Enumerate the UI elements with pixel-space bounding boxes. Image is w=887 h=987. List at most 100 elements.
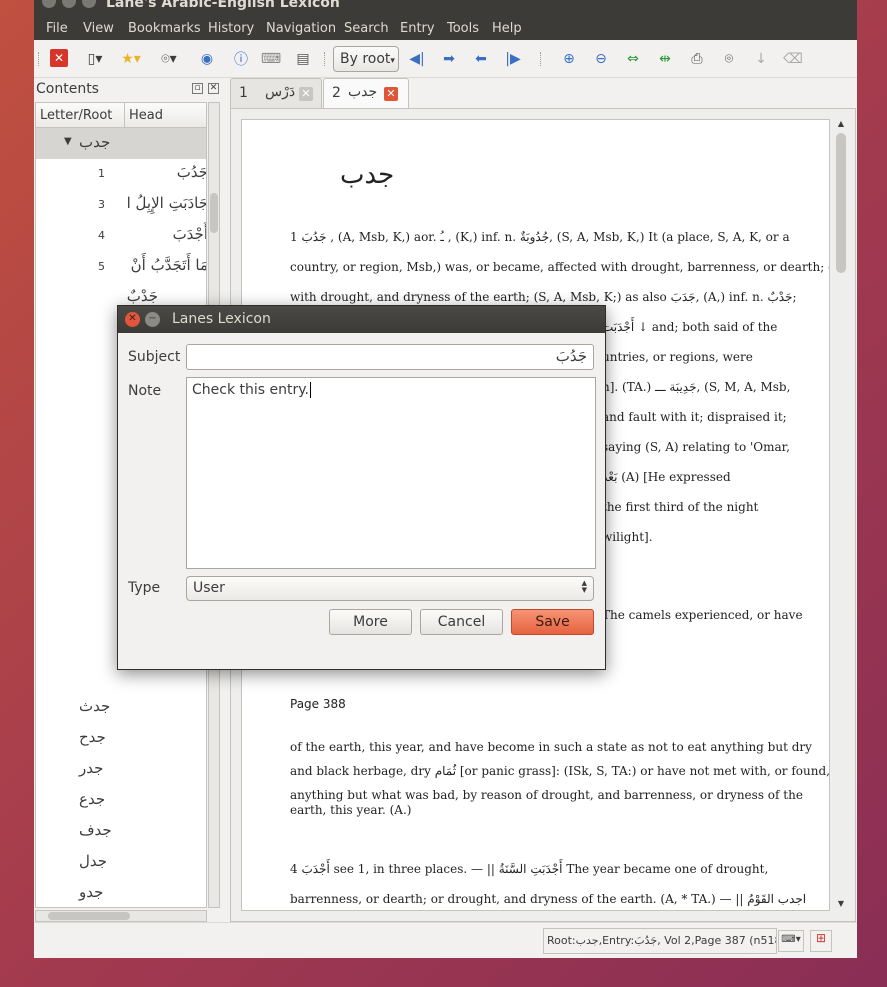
prev-root-icon[interactable]: ⬅	[470, 49, 492, 69]
entry-head: جَادَبَتِ الإِبِلُ ا	[126, 194, 207, 212]
sync-icon[interactable]: ◉	[196, 49, 218, 69]
search-mode-select[interactable]: By root▾	[333, 46, 399, 72]
tree-entry[interactable]: 3 جَادَبَتِ الإِبِلُ ا	[36, 190, 207, 221]
dialog-titlebar: ✕ − Lanes Lexicon	[118, 306, 605, 333]
entry-text-line: untries, or regions, were	[602, 350, 753, 364]
window-close-icon[interactable]	[42, 0, 56, 8]
zoom-out-icon[interactable]: ⊖	[590, 49, 612, 69]
tab-1[interactable]: 1 دَرْس ✕	[230, 78, 322, 108]
menu-history[interactable]: History	[208, 21, 254, 36]
menu-entry[interactable]: Entry	[400, 21, 435, 36]
menu-navigation[interactable]: Navigation	[266, 21, 336, 36]
tree-root[interactable]: جدر	[36, 755, 206, 786]
entry-text-line: with drought, and dryness of the earth; …	[290, 290, 797, 304]
subject-label: Subject	[128, 349, 181, 365]
toolbar-grip	[38, 52, 41, 66]
entry-text-line: and black herbage, dry ثُمَام [or panic …	[290, 764, 830, 778]
keyboard-toggle-icon[interactable]: ⌨▾	[778, 930, 804, 952]
bookmark-list-icon[interactable]: ▯▾	[84, 49, 106, 69]
cancel-button[interactable]: Cancel	[420, 609, 503, 635]
save-button[interactable]: Save	[511, 609, 594, 635]
window-maximize-icon[interactable]	[82, 0, 96, 8]
entry-text-line: بَعْدَ (A) [He expressed	[602, 470, 731, 484]
note-textarea[interactable]: Check this entry.	[186, 377, 596, 569]
tab-close-icon[interactable]: ✕	[384, 87, 398, 101]
network-icon[interactable]: ⊞	[810, 930, 832, 952]
widen-icon[interactable]: ⇔	[622, 49, 644, 69]
zoom-in-icon[interactable]: ⊕	[558, 49, 580, 69]
keyboard-icon[interactable]: ⌨	[260, 49, 282, 69]
search-page-icon[interactable]: ⌾	[718, 49, 740, 69]
float-panel-icon[interactable]: ▫	[192, 83, 203, 94]
tree-root[interactable]: جدع	[36, 786, 206, 817]
expand-triangle-icon[interactable]: ▼	[64, 136, 72, 147]
scroll-down-icon[interactable]: ▼	[835, 899, 847, 911]
print-icon[interactable]: ⎙	[686, 49, 708, 69]
last-root-icon[interactable]: |▶	[502, 49, 524, 69]
entry-text-line: the first third of the night	[602, 500, 759, 514]
menu-help[interactable]: Help	[492, 21, 522, 36]
window-minimize-icon[interactable]	[62, 0, 76, 8]
menu-tools[interactable]: Tools	[447, 21, 479, 36]
menu-search[interactable]: Search	[344, 21, 389, 36]
window-titlebar: Lane's Arabic-English Lexicon	[34, 0, 857, 16]
first-root-icon[interactable]: ◀|	[406, 49, 428, 69]
scrollbar-thumb[interactable]	[48, 912, 130, 920]
tree-entry[interactable]: 4 أَجْدَبَ	[36, 221, 206, 252]
dialog-close-icon[interactable]: ✕	[125, 312, 140, 327]
scroll-up-icon[interactable]: ▲	[835, 119, 847, 131]
tree-entry[interactable]: 5 مَا أَتَجَدَّبُ أَنْ	[36, 252, 207, 283]
menu-file[interactable]: File	[46, 21, 68, 36]
tab-2[interactable]: 2 جدب ✕	[323, 78, 409, 109]
console-icon[interactable]: ▤	[292, 49, 314, 69]
text-cursor	[309, 382, 311, 398]
info-icon[interactable]: ⓘ	[230, 49, 252, 69]
status-bar: Root:جدب,Entry:جَدُبَ, Vol 2,Page 387 (n…	[34, 922, 857, 958]
dialog-title: Lanes Lexicon	[172, 311, 271, 327]
toolbar-separator-2	[540, 52, 543, 66]
tree-root[interactable]: جدث	[36, 693, 206, 724]
tree-entry[interactable]: 1 جَدُبَ	[36, 159, 206, 190]
tree-root[interactable]: جدل	[36, 848, 206, 879]
menu-view[interactable]: View	[83, 21, 114, 36]
menubar: File View Bookmarks History Navigation S…	[34, 16, 857, 40]
favorite-star-icon[interactable]: ★▾	[120, 49, 142, 69]
root-label: جدر	[79, 759, 104, 777]
scrollbar-thumb[interactable]	[210, 193, 218, 233]
entry-number: 4	[98, 229, 105, 242]
tab-close-icon[interactable]: ✕	[299, 87, 313, 101]
arrow-down-icon[interactable]: ↓	[750, 49, 772, 69]
column-header-root[interactable]: Letter/Root	[36, 103, 125, 128]
entry-text-line: 1 جَدُبَ , (A, Msb, K,) aor. ـُ , (K,) i…	[290, 230, 790, 244]
menu-bookmarks[interactable]: Bookmarks	[128, 21, 201, 36]
root-label: جدث	[79, 697, 111, 715]
close-panel-icon[interactable]: ✕	[208, 83, 219, 94]
column-header-head[interactable]: Head	[125, 103, 206, 128]
dialog-minimize-icon[interactable]: −	[145, 312, 160, 327]
root-label: جدح	[79, 728, 106, 746]
tree-root[interactable]: جدح	[36, 724, 206, 755]
tab-label: دَرْس	[265, 84, 296, 100]
note-text: Check this entry.	[192, 382, 309, 398]
type-select[interactable]: User ▲ ▼	[186, 576, 594, 601]
tree-root[interactable]: جدف	[36, 817, 206, 848]
scrollbar-thumb[interactable]	[836, 133, 846, 273]
next-root-icon[interactable]: ➡	[438, 49, 460, 69]
more-button[interactable]: More	[329, 609, 412, 635]
narrow-icon[interactable]: ⇹	[654, 49, 676, 69]
entry-text-line: country, or region, Msb,) was, or became…	[290, 260, 830, 274]
find-binoculars-icon[interactable]: ⌾▾	[158, 49, 180, 69]
tree-root-selected[interactable]: ▼ جدب	[36, 128, 206, 159]
clear-icon[interactable]: ⌫	[782, 49, 804, 69]
close-tab-icon[interactable]: ✕	[50, 49, 68, 67]
root-label: جدل	[79, 852, 108, 870]
entry-head: مَا أَتَجَدَّبُ أَنْ	[130, 256, 207, 274]
document-vertical-scrollbar[interactable]: ▲ ▼	[834, 119, 848, 913]
tree-root[interactable]: جدو	[36, 879, 206, 907]
tab-number: 2	[332, 85, 341, 101]
contents-horizontal-scrollbar[interactable]	[35, 910, 207, 922]
toolbar-separator	[324, 52, 327, 66]
subject-input[interactable]: جَدُبَ	[186, 344, 594, 370]
tab-label: جدب	[348, 84, 378, 100]
entry-text-line: earth, this year. (A.)	[290, 803, 412, 817]
